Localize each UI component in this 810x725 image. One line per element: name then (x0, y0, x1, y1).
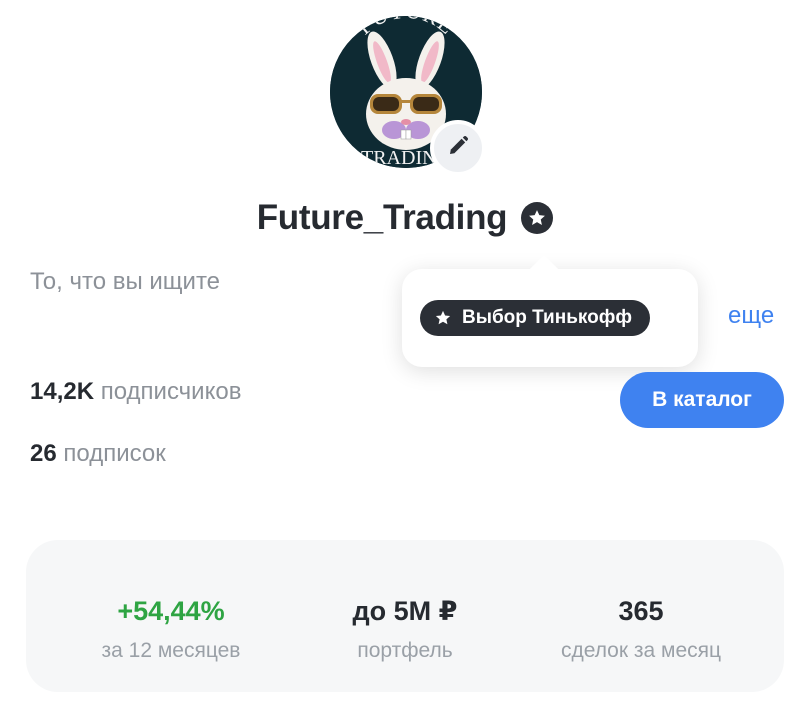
edit-avatar-button[interactable] (430, 120, 486, 176)
tooltip-arrow (529, 254, 559, 284)
metrics-card: +54,44% за 12 месяцев до 5М ₽ портфель 3… (26, 540, 784, 692)
more-link[interactable]: еще (728, 302, 774, 330)
metric-label: сделок за месяц (560, 639, 722, 662)
metric-value: 365 (618, 596, 664, 626)
tinkoff-choice-badge: Выбор Тинькофф (420, 300, 651, 336)
badge-tooltip: Выбор Тинькофф (402, 254, 698, 367)
star-icon (529, 210, 546, 225)
metric-value: +54,44% (117, 596, 225, 626)
following-label: подписок (63, 440, 166, 467)
star-icon (435, 310, 451, 325)
metric-value: до 5М ₽ (352, 596, 458, 626)
followers-stat[interactable]: 14,2K подписчиков (30, 378, 241, 406)
username-row: Future_Trading (0, 190, 810, 246)
metric-return: +54,44% за 12 месяцев (56, 595, 286, 663)
metric-portfolio: до 5М ₽ портфель (290, 595, 520, 663)
following-stat[interactable]: 26 подписок (30, 440, 166, 468)
profile-bio: То, что вы ищите (30, 268, 221, 295)
metric-label: за 12 месяцев (101, 639, 241, 662)
catalog-button[interactable]: В каталог (620, 372, 784, 428)
following-count: 26 (30, 440, 57, 467)
verified-star-badge[interactable] (521, 202, 554, 234)
pencil-icon (446, 134, 470, 163)
followers-count: 14,2K (30, 378, 95, 405)
tinkoff-choice-label: Выбор Тинькофф (462, 307, 633, 328)
followers-label: подписчиков (100, 378, 242, 405)
metric-deals: 365 сделок за месяц (526, 595, 756, 663)
username: Future_Trading (256, 198, 508, 237)
metric-label: портфель (357, 639, 453, 662)
